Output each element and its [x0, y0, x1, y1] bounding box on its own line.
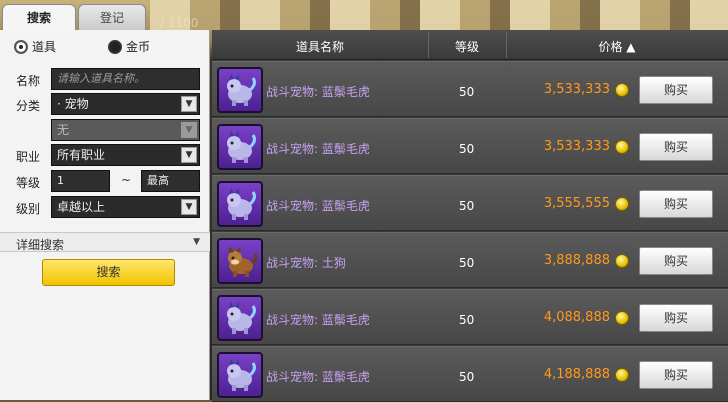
gold-coin-icon [615, 254, 629, 268]
chevron-down-icon: ▼ [181, 147, 197, 163]
radio-gold[interactable]: 金币 [108, 38, 150, 55]
item-price: 3,888,888 [543, 253, 610, 268]
radio-gold-label: 金币 [126, 40, 151, 54]
filter-panel: 道具 金币 名称 请输入道具名称。 分类 · 宠物 ▼ 无 ▼ 职业 所有职业 … [0, 30, 210, 400]
tab-register[interactable]: 登记 [78, 4, 146, 32]
blue-tiger-pet-icon [217, 181, 263, 227]
brown-dog-pet-icon [217, 238, 263, 284]
buy-button[interactable]: 购买 [639, 76, 713, 104]
detail-search-label: 详细搜索 [16, 238, 65, 252]
name-label: 名称 [16, 74, 41, 88]
item-level: 50 [459, 142, 475, 156]
item-level: 50 [459, 199, 475, 213]
item-level: 50 [459, 256, 475, 270]
buy-button[interactable]: 购买 [639, 361, 713, 389]
job-value: 所有职业 [57, 148, 106, 162]
column-header-price[interactable]: 价格 ▲ [506, 38, 728, 55]
table-row: 战斗宠物: 蓝鬃毛虎 50 3,555,555 购买 [212, 175, 728, 231]
subcategory-select: 无 ▼ [51, 119, 200, 141]
table-row: 战斗宠物: 蓝鬃毛虎 50 4,088,888 购买 [212, 289, 728, 345]
level-max-input[interactable]: 最高 [141, 170, 200, 192]
radio-unselected-icon [108, 39, 122, 54]
radio-item[interactable]: 道具 [14, 38, 56, 55]
radio-item-label: 道具 [32, 40, 57, 54]
table-row: 战斗宠物: 蓝鬃毛虎 50 3,533,333 购买 [212, 61, 728, 117]
category-select[interactable]: · 宠物 ▼ [51, 93, 200, 115]
item-price: 3,555,555 [543, 196, 610, 211]
level-row: 等级 1 ~ 最高 [0, 170, 210, 192]
job-label: 职业 [16, 150, 41, 164]
gold-coin-icon [615, 140, 629, 154]
item-name[interactable]: 战斗宠物: 蓝鬃毛虎 [266, 311, 370, 328]
blue-tiger-pet-icon [217, 67, 263, 113]
grade-value: 卓越以上 [57, 200, 106, 214]
chevron-down-icon: ▼ [193, 237, 200, 247]
job-row: 职业 所有职业 ▼ [0, 144, 210, 166]
currency-radio-group: 道具 金币 [14, 38, 204, 56]
level-label: 等级 [16, 176, 41, 190]
item-name[interactable]: 战斗宠物: 蓝鬃毛虎 [266, 368, 370, 385]
item-level: 50 [459, 313, 475, 327]
grade-select[interactable]: 卓越以上 ▼ [51, 196, 200, 218]
category-row: 分类 · 宠物 ▼ [0, 93, 210, 115]
level-min-input[interactable]: 1 [51, 170, 110, 192]
item-level: 50 [459, 85, 475, 99]
table-row: 战斗宠物: 蓝鬃毛虎 50 3,533,333 购买 [212, 118, 728, 174]
job-select[interactable]: 所有职业 ▼ [51, 144, 200, 166]
item-level: 50 [459, 370, 475, 384]
item-price: 4,088,888 [543, 310, 610, 325]
column-header-level[interactable]: 等级 [428, 38, 506, 55]
buy-button[interactable]: 购买 [639, 304, 713, 332]
item-price: 4,188,888 [543, 367, 610, 382]
gold-coin-icon [615, 311, 629, 325]
column-header-name[interactable]: 道具名称 [212, 38, 428, 55]
table-row: 战斗宠物: 蓝鬃毛虎 50 4,188,888 购买 [212, 346, 728, 402]
item-name[interactable]: 战斗宠物: 土狗 [266, 254, 346, 271]
subcategory-value: 无 [57, 123, 70, 137]
name-row: 名称 请输入道具名称。 [0, 68, 210, 90]
blue-tiger-pet-icon [217, 352, 263, 398]
search-button[interactable]: 搜索 [42, 259, 175, 286]
table-header: 道具名称 等级 价格 ▲ [212, 30, 728, 60]
item-name[interactable]: 战斗宠物: 蓝鬃毛虎 [266, 140, 370, 157]
grade-row: 级别 卓越以上 ▼ [0, 196, 210, 218]
level-range-separator: ~ [121, 173, 132, 187]
item-name[interactable]: 战斗宠物: 蓝鬃毛虎 [266, 197, 370, 214]
gold-coin-icon [615, 83, 629, 97]
gold-coin-icon [615, 197, 629, 211]
detail-search-toggle[interactable]: 详细搜索 ▼ [0, 232, 210, 252]
blue-tiger-pet-icon [217, 295, 263, 341]
buy-button[interactable]: 购买 [639, 190, 713, 218]
radio-selected-icon [14, 39, 28, 54]
buy-button[interactable]: 购买 [639, 247, 713, 275]
item-price: 3,533,333 [543, 139, 610, 154]
subcategory-row: 无 ▼ [0, 119, 210, 141]
grade-label: 级别 [16, 202, 41, 216]
chevron-down-icon: ▼ [181, 199, 197, 215]
gold-coin-icon [615, 368, 629, 382]
chevron-down-icon: ▼ [181, 96, 197, 112]
chevron-down-icon: ▼ [181, 122, 197, 138]
tab-bar: 搜索 登记 [0, 4, 210, 34]
blue-tiger-pet-icon [217, 124, 263, 170]
buy-button[interactable]: 购买 [639, 133, 713, 161]
item-name[interactable]: 战斗宠物: 蓝鬃毛虎 [266, 83, 370, 100]
name-input[interactable]: 请输入道具名称。 [51, 68, 200, 90]
background-scenery [150, 0, 728, 30]
results-panel: 道具名称 等级 价格 ▲ 战斗宠物: 蓝鬃毛虎 50 3,533,333 购买 … [212, 30, 728, 402]
item-price: 3,533,333 [543, 82, 610, 97]
table-row: 战斗宠物: 土狗 50 3,888,888 购买 [212, 232, 728, 288]
category-label: 分类 [16, 99, 41, 113]
category-value: · 宠物 [57, 97, 89, 111]
